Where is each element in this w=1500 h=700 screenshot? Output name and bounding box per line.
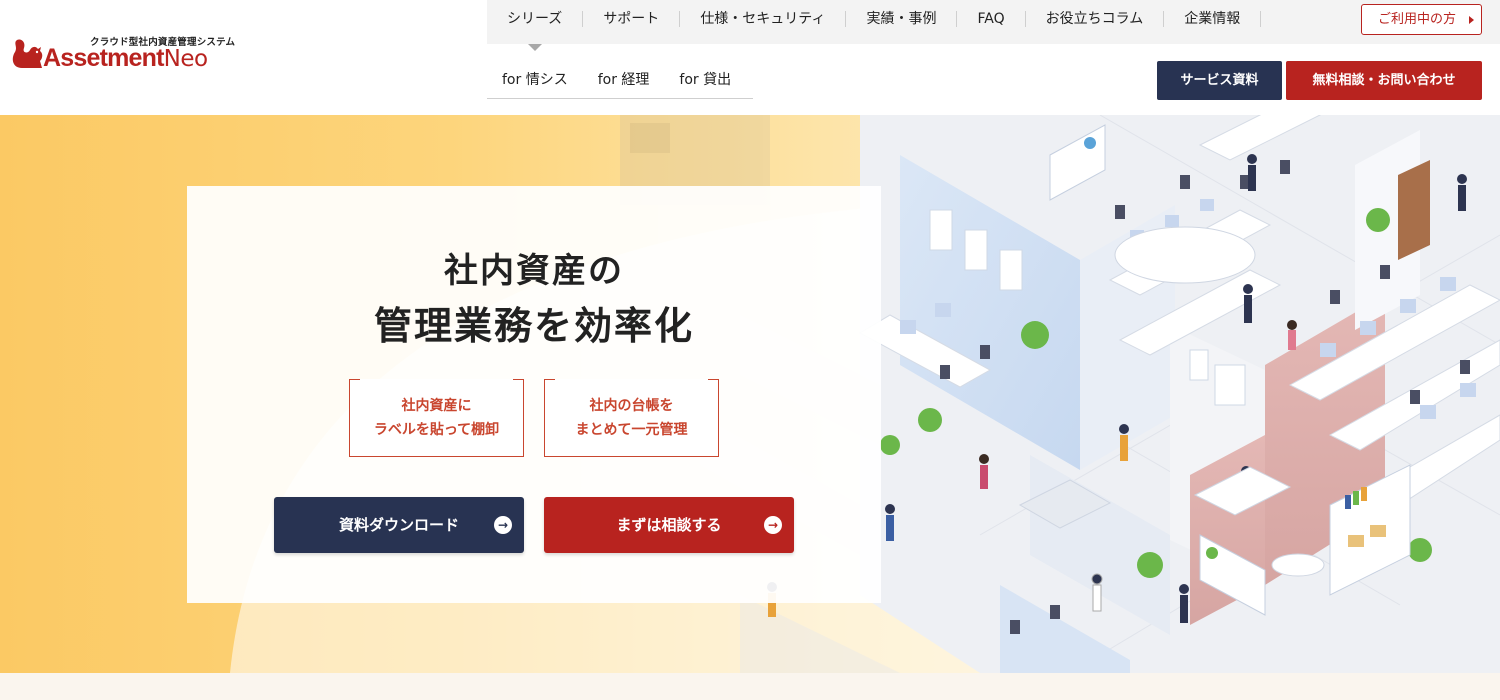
feature-box-labeling: 社内資産に ラベルを貼って棚卸 — [349, 379, 524, 457]
subnav-item-it[interactable]: for 情シス — [487, 62, 583, 98]
feature-box-labeling-line2: ラベルを貼って棚卸 — [373, 422, 500, 438]
logo-wordmark-main: Assetment — [43, 44, 164, 72]
arrow-right-circle-icon — [494, 516, 512, 534]
arrow-right-circle-icon — [764, 516, 782, 534]
nav-item-column[interactable]: お役立ちコラム — [1026, 11, 1165, 27]
nav-active-caret-icon — [528, 44, 542, 51]
nav-item-cases[interactable]: 実績・事例 — [846, 11, 958, 27]
existing-user-button[interactable]: ご利用中の方 — [1361, 4, 1482, 35]
series-subnav: for 情シス for 経理 for 貸出 — [487, 62, 753, 99]
download-docs-label: 資料ダウンロード — [338, 516, 459, 534]
hero-title-line1: 社内資産の — [444, 251, 624, 291]
existing-user-label: ご利用中の方 — [1378, 12, 1457, 27]
consult-label: まずは相談する — [616, 516, 722, 534]
hero-title-line2: 管理業務を効率化 — [373, 304, 694, 348]
global-nav-list: シリーズ サポート 仕様・セキュリティ 実績・事例 FAQ お役立ちコラム 企業… — [487, 0, 1500, 38]
logo-wordmark-suffix: Neo — [163, 46, 208, 72]
nav-item-support[interactable]: サポート — [583, 11, 681, 27]
site-header: クラウド型社内資産管理システム AssetmentNeo シリーズ サポート 仕… — [0, 0, 1500, 115]
nav-item-series[interactable]: シリーズ — [487, 11, 584, 27]
nav-item-spec-security[interactable]: 仕様・セキュリティ — [680, 11, 847, 27]
contact-button[interactable]: 無料相談・お問い合わせ — [1286, 61, 1482, 100]
service-docs-button[interactable]: サービス資料 — [1157, 61, 1282, 100]
feature-box-ledger-line2: まとめて一元管理 — [575, 422, 688, 438]
squirrel-logo-icon — [12, 39, 43, 68]
subnav-item-accounting[interactable]: for 経理 — [583, 62, 665, 98]
nav-item-faq[interactable]: FAQ — [957, 11, 1026, 27]
download-docs-button[interactable]: 資料ダウンロード — [274, 497, 524, 553]
site-logo[interactable]: クラウド型社内資産管理システム AssetmentNeo — [10, 30, 240, 80]
consult-button[interactable]: まずは相談する — [544, 497, 794, 553]
hero-bottom-strip — [0, 673, 1500, 700]
feature-box-ledger: 社内の台帳を まとめて一元管理 — [544, 379, 719, 457]
caret-right-icon — [1469, 16, 1474, 24]
subnav-item-lending[interactable]: for 貸出 — [664, 62, 746, 98]
feature-box-labeling-line1: 社内資産に — [401, 398, 472, 414]
nav-item-company[interactable]: 企業情報 — [1164, 11, 1262, 27]
feature-box-ledger-line1: 社内の台帳を — [589, 398, 674, 414]
global-nav: シリーズ サポート 仕様・セキュリティ 実績・事例 FAQ お役立ちコラム 企業… — [487, 0, 1500, 44]
hero-card: 社内資産の 管理業務を効率化 社内資産に ラベルを貼って棚卸 社内の台帳を まと… — [187, 186, 881, 603]
logo-wordmark: AssetmentNeo — [43, 44, 208, 73]
